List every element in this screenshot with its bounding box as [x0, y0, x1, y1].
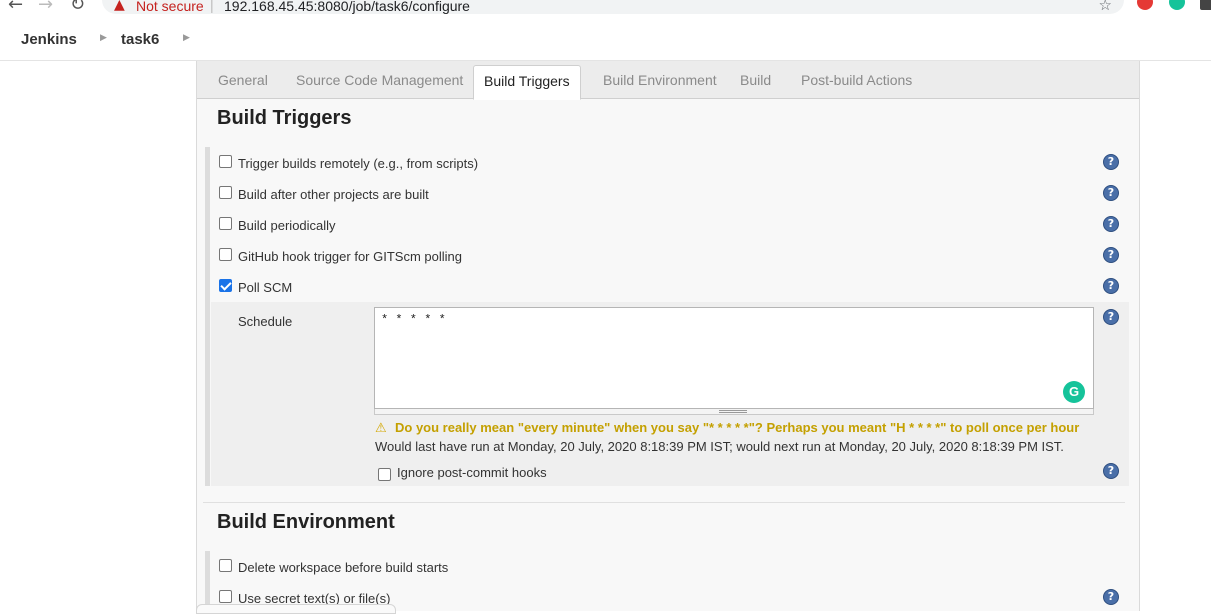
tab-build-triggers[interactable]: Build Triggers: [473, 65, 581, 100]
address-bar[interactable]: ▲ Not secure | 192.168.45.45:8080/job/ta…: [102, 0, 1124, 14]
breadcrumb-task6[interactable]: task6: [121, 31, 159, 48]
checkbox-delete-workspace[interactable]: [219, 559, 232, 572]
checkbox-build-periodically[interactable]: [219, 217, 232, 230]
schedule-input[interactable]: * * * * *: [374, 307, 1094, 409]
tab-build[interactable]: Build: [740, 72, 771, 88]
help-icon[interactable]: ?: [1103, 247, 1119, 263]
grammarly-extension-icon[interactable]: [1169, 0, 1185, 10]
help-icon[interactable]: ?: [1103, 309, 1119, 325]
tab-source-code-management[interactable]: Source Code Management: [296, 72, 463, 88]
tab-build-environment[interactable]: Build Environment: [603, 72, 717, 88]
warning-triangle-icon: ▲: [114, 0, 125, 13]
help-icon[interactable]: ?: [1103, 278, 1119, 294]
schedule-warning: Do you really mean "every minute" when y…: [395, 420, 1080, 435]
option-label: Delete workspace before build starts: [238, 560, 449, 575]
reload-icon[interactable]: ↻: [70, 0, 85, 15]
address-separator: |: [210, 0, 214, 13]
help-icon[interactable]: ?: [1103, 463, 1119, 479]
bottom-tab-edge: [196, 604, 396, 614]
option-label: Build after other projects are built: [238, 187, 429, 202]
extension-icon[interactable]: [1137, 0, 1153, 10]
breadcrumb: Jenkins ▶ task6 ▶: [0, 15, 1211, 61]
checkbox-trigger-remotely[interactable]: [219, 155, 232, 168]
config-panel: General Source Code Management Build Tri…: [196, 61, 1140, 611]
option-label: Build periodically: [238, 218, 336, 233]
help-icon[interactable]: ?: [1103, 185, 1119, 201]
breadcrumb-jenkins[interactable]: Jenkins: [21, 31, 77, 48]
schedule-info: Would last have run at Monday, 20 July, …: [375, 439, 1064, 454]
option-label: Ignore post-commit hooks: [397, 465, 547, 480]
chevron-right-icon[interactable]: ▶: [100, 33, 107, 43]
option-label: Poll SCM: [238, 280, 293, 295]
tab-general[interactable]: General: [218, 72, 268, 88]
security-status: Not secure: [136, 0, 204, 14]
checkbox-ignore-post-commit-hooks[interactable]: [378, 468, 391, 481]
section-indent-bar: [205, 551, 210, 611]
url-text: 192.168.45.45:8080/job/task6/configure: [224, 0, 470, 14]
checkbox-poll-scm[interactable]: [219, 279, 232, 292]
help-icon[interactable]: ?: [1103, 589, 1119, 605]
checkbox-use-secret-text[interactable]: [219, 590, 232, 603]
browser-toolbar: ← → ↻ ▲ Not secure | 192.168.45.45:8080/…: [0, 0, 1211, 15]
section-divider: [203, 502, 1125, 503]
section-title-build-triggers: Build Triggers: [217, 107, 352, 129]
forward-arrow-icon[interactable]: →: [38, 0, 53, 15]
option-label: Trigger builds remotely (e.g., from scri…: [238, 156, 479, 171]
section-indent-bar: [205, 147, 210, 486]
bookmark-star-icon[interactable]: ☆: [1099, 0, 1112, 14]
extension-icon[interactable]: [1200, 0, 1211, 10]
checkbox-build-after-projects[interactable]: [219, 186, 232, 199]
section-title-build-environment: Build Environment: [217, 511, 395, 533]
grammarly-icon[interactable]: G: [1063, 381, 1085, 403]
back-arrow-icon[interactable]: ←: [8, 0, 23, 15]
resize-grip-icon: [719, 410, 747, 413]
help-icon[interactable]: ?: [1103, 154, 1119, 170]
help-icon[interactable]: ?: [1103, 216, 1119, 232]
chevron-right-icon[interactable]: ▶: [183, 33, 190, 43]
config-tabs: General Source Code Management Build Tri…: [197, 61, 1139, 100]
option-label: GitHub hook trigger for GITScm polling: [238, 249, 462, 264]
warning-icon: ⚠: [375, 421, 387, 436]
schedule-label: Schedule: [238, 314, 293, 329]
tab-post-build-actions[interactable]: Post-build Actions: [801, 72, 912, 88]
checkbox-github-hook[interactable]: [219, 248, 232, 261]
